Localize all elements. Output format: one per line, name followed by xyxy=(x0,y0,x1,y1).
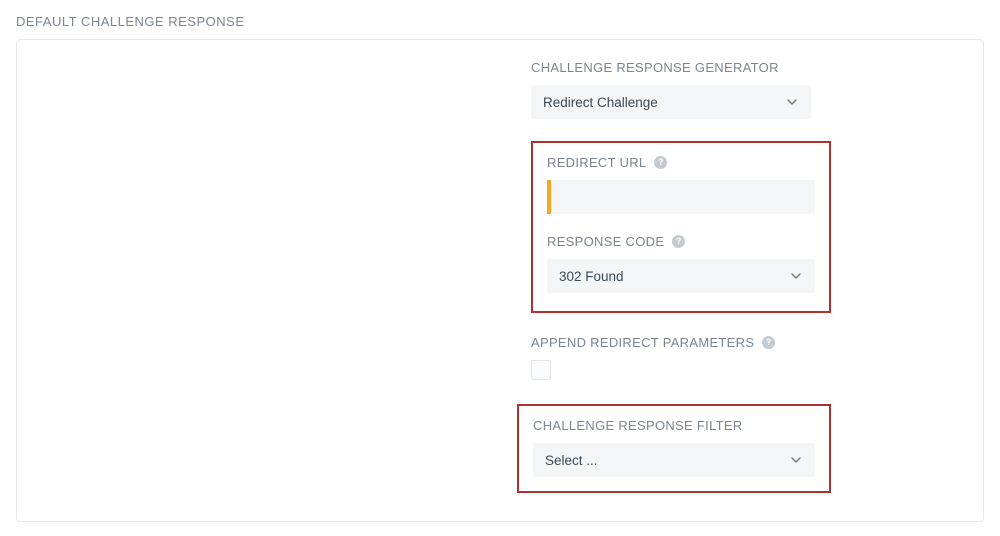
chevron-down-icon xyxy=(785,95,799,109)
generator-label-text: CHALLENGE RESPONSE GENERATOR xyxy=(531,60,779,75)
append-redirect-label: APPEND REDIRECT PARAMETERS ? xyxy=(531,335,861,350)
append-redirect-checkbox[interactable] xyxy=(531,360,551,380)
generator-select-value: Redirect Challenge xyxy=(543,95,658,110)
append-redirect-label-text: APPEND REDIRECT PARAMETERS xyxy=(531,335,754,350)
filter-label: CHALLENGE RESPONSE FILTER xyxy=(533,418,815,433)
help-icon[interactable]: ? xyxy=(654,156,667,169)
section-title: DEFAULT CHALLENGE RESPONSE xyxy=(16,14,984,29)
filter-select-value: Select ... xyxy=(545,453,598,468)
chevron-down-icon xyxy=(789,269,803,283)
redirect-url-label-text: REDIRECT URL xyxy=(547,155,646,170)
redirect-url-input[interactable] xyxy=(547,180,815,214)
chevron-down-icon xyxy=(789,453,803,467)
generator-select[interactable]: Redirect Challenge xyxy=(531,85,811,119)
filter-select[interactable]: Select ... xyxy=(533,443,815,477)
redirect-url-label: REDIRECT URL ? xyxy=(547,155,815,170)
help-icon[interactable]: ? xyxy=(762,336,775,349)
response-code-label: RESPONSE CODE ? xyxy=(547,234,815,249)
redirect-settings-group: REDIRECT URL ? RESPONSE CODE ? 302 Found xyxy=(531,141,831,313)
filter-group: CHALLENGE RESPONSE FILTER Select ... xyxy=(517,404,831,493)
generator-label: CHALLENGE RESPONSE GENERATOR xyxy=(531,60,861,75)
response-code-select-value: 302 Found xyxy=(559,269,624,284)
response-code-select[interactable]: 302 Found xyxy=(547,259,815,293)
config-panel: CHALLENGE RESPONSE GENERATOR Redirect Ch… xyxy=(16,39,984,522)
help-icon[interactable]: ? xyxy=(672,235,685,248)
response-code-label-text: RESPONSE CODE xyxy=(547,234,664,249)
filter-label-text: CHALLENGE RESPONSE FILTER xyxy=(533,418,743,433)
